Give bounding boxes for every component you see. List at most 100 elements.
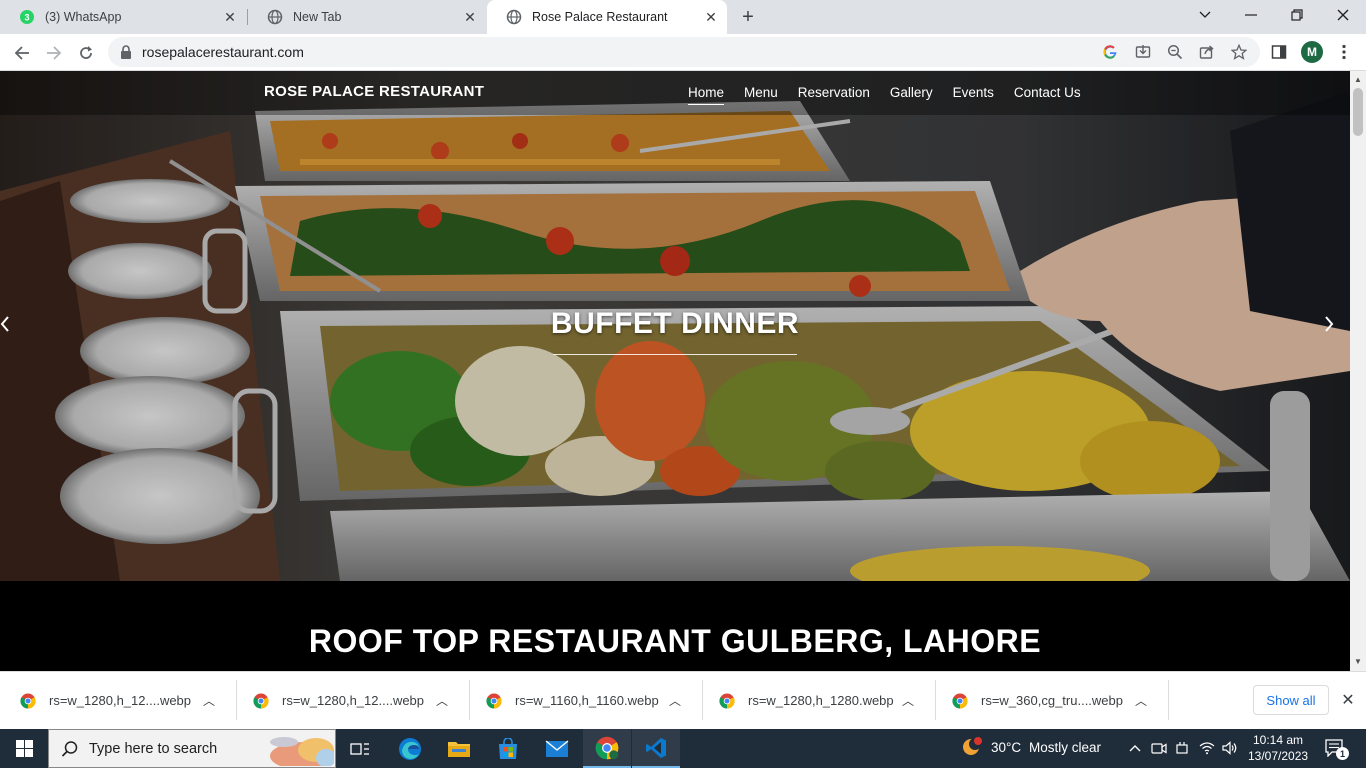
- download-item[interactable]: rs=w_1280,h_12....webp ︿: [0, 672, 233, 729]
- chevron-up-icon[interactable]: ︿: [201, 692, 217, 709]
- taskbar-store[interactable]: [484, 729, 532, 768]
- download-divider: [1168, 680, 1169, 720]
- system-clock[interactable]: 10:14 am 13/07/2023: [1248, 732, 1308, 764]
- scroll-down-arrow-icon[interactable]: ▼: [1354, 657, 1362, 666]
- chevron-up-icon[interactable]: ︿: [900, 692, 916, 709]
- site-navbar: ROSE PALACE RESTAURANT Home Menu Reserva…: [0, 71, 1350, 115]
- scroll-up-arrow-icon[interactable]: ▲: [1354, 75, 1362, 84]
- chrome-icon: [719, 693, 735, 709]
- taskbar-vscode[interactable]: [632, 729, 680, 768]
- chrome-icon: [253, 693, 269, 709]
- close-icon[interactable]: ✕: [703, 9, 719, 25]
- new-tab-button[interactable]: +: [736, 5, 760, 29]
- site-nav-links: Home Menu Reservation Gallery Events Con…: [688, 85, 1101, 105]
- show-all-downloads-button[interactable]: Show all: [1253, 685, 1329, 715]
- google-icon[interactable]: [1101, 43, 1119, 61]
- weather-temperature[interactable]: 30°C: [991, 740, 1021, 755]
- chevron-up-icon[interactable]: ︿: [1133, 692, 1149, 709]
- network-cable-icon[interactable]: [1173, 739, 1191, 757]
- wifi-icon[interactable]: [1198, 739, 1216, 757]
- globe-icon: [506, 9, 522, 25]
- nav-contact-us[interactable]: Contact Us: [1014, 85, 1081, 105]
- clock-time: 10:14 am: [1252, 733, 1304, 747]
- zoom-icon[interactable]: [1166, 43, 1184, 61]
- nav-gallery[interactable]: Gallery: [890, 85, 933, 105]
- chrome-icon: [595, 736, 619, 759]
- tab-new-tab[interactable]: New Tab ✕: [248, 0, 486, 34]
- windows-logo-icon: [15, 740, 33, 757]
- download-item[interactable]: rs=w_1160,h_1160.webp ︿: [466, 672, 699, 729]
- hero-carousel: ROSE PALACE RESTAURANT Home Menu Reserva…: [0, 71, 1350, 581]
- taskbar-file-explorer[interactable]: [435, 729, 483, 768]
- close-icon[interactable]: ✕: [462, 9, 478, 25]
- minimize-button[interactable]: [1228, 0, 1274, 30]
- download-filename: rs=w_360,cg_tru....webp: [981, 693, 1123, 708]
- download-item[interactable]: rs=w_360,cg_tru....webp ︿: [932, 672, 1165, 729]
- weather-condition[interactable]: Mostly clear: [1029, 740, 1101, 755]
- restore-button[interactable]: [1274, 0, 1320, 30]
- windows-taskbar: Type here to search 30°C Mostly clear 10…: [0, 729, 1366, 768]
- volume-icon[interactable]: [1221, 739, 1239, 757]
- nav-menu[interactable]: Menu: [744, 85, 778, 105]
- tab-search-button[interactable]: [1182, 0, 1228, 30]
- search-placeholder: Type here to search: [89, 741, 218, 757]
- profile-avatar[interactable]: M: [1301, 41, 1323, 63]
- windows-start-button[interactable]: [0, 729, 48, 768]
- chrome-icon: [486, 693, 502, 709]
- chevron-up-icon[interactable]: ︿: [434, 692, 450, 709]
- download-item[interactable]: rs=w_1280,h_1280.webp ︿: [699, 672, 932, 729]
- address-bar[interactable]: rosepalacerestaurant.com: [108, 37, 1260, 67]
- install-app-icon[interactable]: [1134, 43, 1152, 61]
- browser-tabstrip: 3 (3) WhatsApp ✕ New Tab ✕ Rose Palace R…: [0, 0, 1366, 34]
- scroll-thumb[interactable]: [1353, 88, 1363, 136]
- vscode-icon: [646, 737, 666, 758]
- hero-title-underline: [553, 354, 797, 355]
- chrome-icon: [20, 693, 36, 709]
- more-options-icon[interactable]: [1334, 42, 1354, 62]
- share-icon[interactable]: [1198, 43, 1216, 61]
- taskbar-mail[interactable]: [533, 729, 581, 768]
- tab-whatsapp[interactable]: 3 (3) WhatsApp ✕: [0, 0, 246, 34]
- close-icon[interactable]: ✕: [222, 9, 238, 25]
- store-bag-icon: [499, 737, 517, 759]
- nav-reservation[interactable]: Reservation: [798, 85, 870, 105]
- chevron-up-icon[interactable]: ︿: [667, 692, 683, 709]
- taskbar-chrome[interactable]: [583, 729, 631, 768]
- meet-now-icon[interactable]: [1150, 739, 1168, 757]
- chevron-up-icon[interactable]: [1126, 739, 1144, 757]
- forward-button[interactable]: [40, 39, 68, 67]
- nav-events[interactable]: Events: [953, 85, 994, 105]
- search-icon: [61, 740, 79, 763]
- download-filename: rs=w_1160,h_1160.webp: [515, 693, 659, 708]
- edge-icon: [399, 737, 421, 760]
- close-window-button[interactable]: [1320, 0, 1366, 30]
- url-text[interactable]: rosepalacerestaurant.com: [142, 44, 304, 60]
- page-scrollbar[interactable]: ▲ ▼: [1350, 71, 1366, 671]
- hero-title: BUFFET DINNER: [550, 307, 800, 340]
- download-filename: rs=w_1280,h_1280.webp: [748, 693, 894, 708]
- weather-icon[interactable]: [960, 735, 984, 759]
- nav-home[interactable]: Home: [688, 85, 725, 105]
- folder-icon: [448, 741, 470, 757]
- reload-button[interactable]: [72, 39, 100, 67]
- tab-title: (3) WhatsApp: [45, 10, 122, 24]
- chrome-icon: [952, 693, 968, 709]
- notification-count-badge: 1: [1336, 747, 1349, 760]
- carousel-next-arrow[interactable]: [1324, 316, 1348, 340]
- download-item[interactable]: rs=w_1280,h_12....webp ︿: [233, 672, 466, 729]
- side-panel-icon[interactable]: [1269, 42, 1289, 62]
- clock-date: 13/07/2023: [1248, 749, 1309, 763]
- web-page: ROSE PALACE RESTAURANT Home Menu Reserva…: [0, 71, 1350, 671]
- task-view-button[interactable]: [336, 729, 384, 768]
- globe-icon: [267, 9, 283, 25]
- carousel-prev-arrow[interactable]: [0, 316, 24, 340]
- taskbar-edge[interactable]: [386, 729, 434, 768]
- close-icon[interactable]: ✕: [1338, 690, 1358, 710]
- bookmark-star-icon[interactable]: [1230, 43, 1248, 61]
- tab-rose-palace[interactable]: Rose Palace Restaurant ✕: [487, 0, 727, 34]
- taskbar-search-box[interactable]: Type here to search: [48, 729, 336, 768]
- tab-title: Rose Palace Restaurant: [532, 10, 668, 24]
- site-brand[interactable]: ROSE PALACE RESTAURANT: [264, 83, 484, 100]
- lock-icon[interactable]: [120, 45, 132, 59]
- back-button[interactable]: [8, 39, 36, 67]
